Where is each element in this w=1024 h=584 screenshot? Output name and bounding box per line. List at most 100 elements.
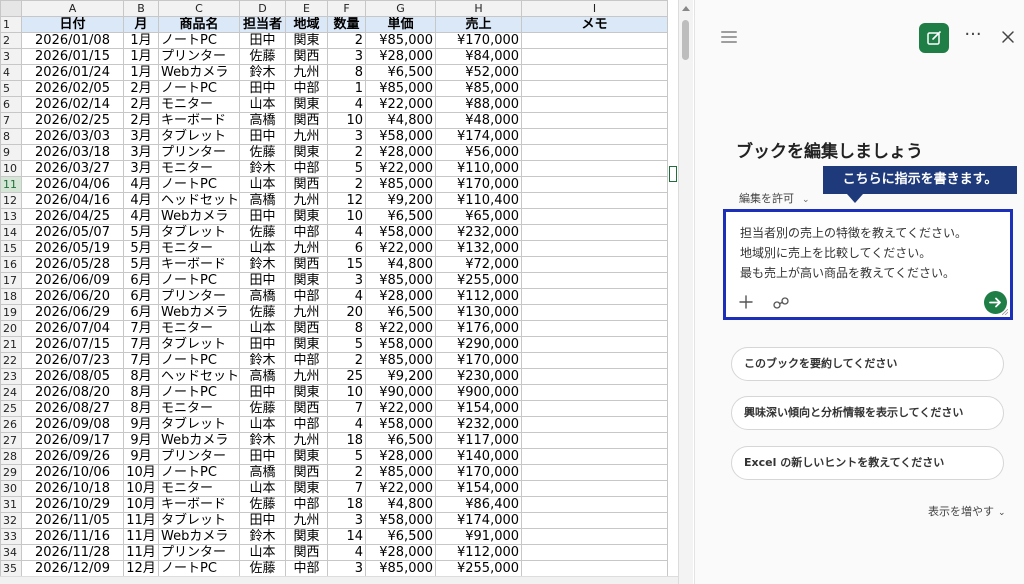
menu-icon[interactable] — [721, 31, 737, 43]
cell[interactable] — [521, 128, 669, 145]
row-header[interactable]: 3 — [0, 48, 22, 65]
cell[interactable]: 8 — [327, 64, 367, 81]
cell[interactable]: 7 — [327, 480, 367, 497]
cell[interactable] — [521, 80, 669, 97]
cell[interactable] — [521, 208, 669, 225]
cell[interactable]: ¥112,000 — [435, 544, 523, 561]
cell[interactable]: ¥58,000 — [365, 128, 437, 145]
cell[interactable] — [521, 544, 669, 561]
cell[interactable]: 地域 — [285, 16, 329, 33]
cell[interactable]: ¥174,000 — [435, 512, 523, 529]
cell[interactable]: ノートPC — [157, 272, 241, 289]
cell[interactable]: キーボード — [157, 112, 241, 129]
cell[interactable]: ¥58,000 — [365, 224, 437, 241]
cell[interactable]: 2026/03/27 — [21, 160, 124, 177]
cell[interactable]: 3月 — [123, 128, 159, 145]
cell[interactable]: 6月 — [123, 304, 159, 321]
cell[interactable]: 佐藤 — [239, 496, 287, 513]
cell[interactable]: 15 — [327, 256, 367, 273]
cell[interactable]: 山本 — [239, 96, 287, 113]
cell[interactable]: キーボード — [157, 496, 241, 513]
cell[interactable]: ¥154,000 — [435, 400, 523, 417]
cell[interactable]: ¥22,000 — [365, 96, 437, 113]
cell[interactable]: ¥85,000 — [365, 352, 437, 369]
cell[interactable]: 関西 — [285, 112, 329, 129]
cell[interactable]: 日付 — [21, 16, 124, 33]
cell[interactable]: 10 — [327, 112, 367, 129]
cell[interactable]: 九州 — [285, 240, 329, 257]
cell[interactable]: 4月 — [123, 208, 159, 225]
cell[interactable]: 九州 — [285, 432, 329, 449]
cell[interactable]: ¥174,000 — [435, 128, 523, 145]
cell[interactable] — [521, 336, 669, 353]
cell[interactable]: モニター — [157, 320, 241, 337]
cell[interactable]: 鈴木 — [239, 256, 287, 273]
row-header[interactable]: 32 — [0, 512, 22, 529]
cell[interactable]: 5月 — [123, 240, 159, 257]
sheet-grid[interactable]: ABCDEFGHI 1 日付月商品名 担当者 地域 数量 単価 売上 メモ 2 2026/01/0… — [0, 0, 669, 584]
show-more-link[interactable]: 表示を増やす ⌄ — [928, 503, 1006, 519]
row-header[interactable]: 24 — [0, 384, 22, 401]
cell[interactable]: 2026/11/05 — [21, 512, 124, 529]
cell[interactable] — [521, 528, 669, 545]
cell[interactable]: ¥140,000 — [435, 448, 523, 465]
cell[interactable]: ¥130,000 — [435, 304, 523, 321]
cell[interactable]: ¥117,000 — [435, 432, 523, 449]
cell[interactable]: プリンター — [157, 448, 241, 465]
cell[interactable]: 田中 — [239, 448, 287, 465]
cell[interactable]: 4 — [327, 544, 367, 561]
cell[interactable]: ¥85,000 — [365, 272, 437, 289]
cell[interactable]: 2026/07/23 — [21, 352, 124, 369]
cell[interactable]: ノートPC — [157, 464, 241, 481]
cell[interactable]: 8月 — [123, 368, 159, 385]
row-header[interactable]: 33 — [0, 528, 22, 545]
row-header[interactable]: 26 — [0, 416, 22, 433]
cell[interactable]: ¥170,000 — [435, 176, 523, 193]
row-header[interactable]: 23 — [0, 368, 22, 385]
cell[interactable]: 2026/04/16 — [21, 192, 124, 209]
cell[interactable]: ¥6,500 — [365, 208, 437, 225]
cell[interactable]: 3月 — [123, 144, 159, 161]
cell[interactable]: 2026/12/09 — [21, 560, 124, 577]
cell[interactable]: ノートPC — [157, 384, 241, 401]
cell[interactable]: 関東 — [285, 144, 329, 161]
cell[interactable]: 2 — [327, 32, 367, 49]
cell[interactable]: 10月 — [123, 464, 159, 481]
cell[interactable]: ¥28,000 — [365, 288, 437, 305]
cell[interactable]: 中部 — [285, 80, 329, 97]
row-header[interactable]: 27 — [0, 432, 22, 449]
cell[interactable]: 九州 — [285, 128, 329, 145]
more-options-button[interactable]: ··· — [963, 26, 983, 48]
cell[interactable]: 単価 — [365, 16, 437, 33]
cell[interactable]: ¥4,800 — [365, 256, 437, 273]
cell[interactable]: ¥65,000 — [435, 208, 523, 225]
cell[interactable]: 2 — [327, 176, 367, 193]
cell[interactable]: ¥132,000 — [435, 240, 523, 257]
cell[interactable]: 田中 — [239, 272, 287, 289]
scroll-up-icon[interactable] — [682, 6, 690, 11]
row-header[interactable]: 29 — [0, 464, 22, 481]
row-header[interactable]: 20 — [0, 320, 22, 337]
cell[interactable]: 7月 — [123, 352, 159, 369]
cell[interactable]: 関西 — [285, 464, 329, 481]
cell[interactable]: キーボード — [157, 256, 241, 273]
column-header[interactable]: I — [521, 0, 669, 17]
cell[interactable]: 関東 — [285, 32, 329, 49]
cell[interactable] — [521, 160, 669, 177]
cell[interactable]: 商品名 — [157, 16, 241, 33]
cell[interactable] — [521, 352, 669, 369]
cell[interactable]: 20 — [327, 304, 367, 321]
row-header[interactable]: 9 — [0, 144, 22, 161]
cell[interactable]: 4月 — [123, 192, 159, 209]
column-header[interactable]: H — [435, 0, 523, 17]
cell[interactable]: 関東 — [285, 96, 329, 113]
cell[interactable]: 3月 — [123, 160, 159, 177]
cell[interactable]: 1月 — [123, 32, 159, 49]
row-header[interactable]: 35 — [0, 560, 22, 577]
cell[interactable]: 鈴木 — [239, 432, 287, 449]
cell[interactable]: ヘッドセット — [157, 368, 241, 385]
cell[interactable] — [521, 416, 669, 433]
cell[interactable] — [521, 464, 669, 481]
cell[interactable]: 鈴木 — [239, 352, 287, 369]
cell[interactable]: 数量 — [327, 16, 367, 33]
